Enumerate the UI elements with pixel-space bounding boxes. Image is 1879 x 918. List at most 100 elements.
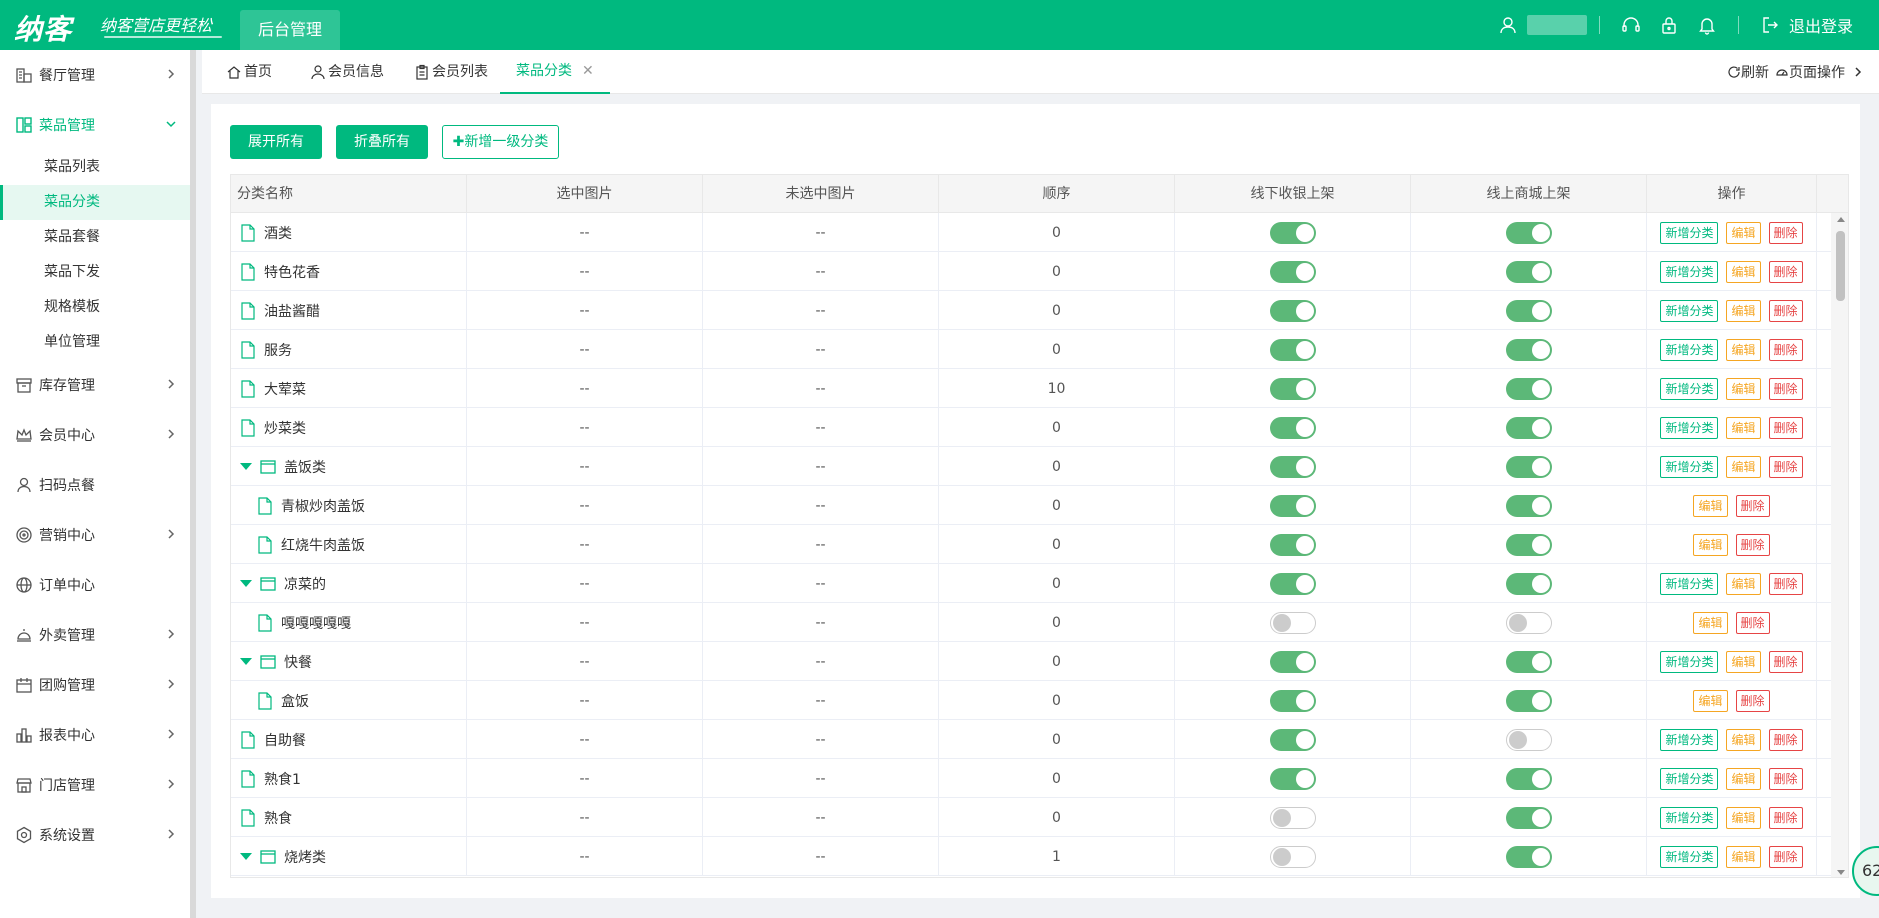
offline-listing-toggle[interactable]: [1269, 338, 1316, 361]
edit-button[interactable]: 编辑: [1726, 845, 1761, 868]
tab-member-list[interactable]: 会员列表: [414, 50, 488, 94]
delete-button[interactable]: 删除: [1768, 416, 1803, 439]
offline-listing-toggle[interactable]: [1269, 377, 1316, 400]
offline-listing-toggle[interactable]: [1269, 611, 1316, 634]
edit-button[interactable]: 编辑: [1726, 377, 1761, 400]
offline-listing-toggle[interactable]: [1269, 845, 1316, 868]
online-listing-toggle[interactable]: [1505, 611, 1552, 634]
online-listing-toggle[interactable]: [1505, 416, 1552, 439]
expand-caret-icon[interactable]: [240, 853, 252, 860]
edit-button[interactable]: 编辑: [1726, 650, 1761, 673]
offline-listing-toggle[interactable]: [1269, 416, 1316, 439]
offline-listing-toggle[interactable]: [1269, 572, 1316, 595]
add-subcategory-button[interactable]: 新增分类: [1660, 455, 1719, 478]
online-listing-toggle[interactable]: [1505, 260, 1552, 283]
add-top-category-button[interactable]: ✚新增一级分类: [442, 125, 559, 159]
delete-button[interactable]: 删除: [1768, 455, 1803, 478]
scroll-thumb[interactable]: [1836, 231, 1845, 301]
sidebar-item-marketing[interactable]: 营销中心: [0, 510, 190, 560]
edit-button[interactable]: 编辑: [1726, 416, 1761, 439]
scroll-down-arrow[interactable]: [1837, 870, 1845, 875]
delete-button[interactable]: 删除: [1768, 299, 1803, 322]
delete-button[interactable]: 删除: [1768, 806, 1803, 829]
expand-all-button[interactable]: 展开所有: [230, 125, 322, 159]
lock-icon[interactable]: [1656, 12, 1682, 38]
online-listing-toggle[interactable]: [1505, 572, 1552, 595]
delete-button[interactable]: 删除: [1768, 845, 1803, 868]
sidebar-item-reports[interactable]: 报表中心: [0, 710, 190, 760]
page-ops-button[interactable]: 页面操作: [1775, 50, 1865, 94]
delete-button[interactable]: 删除: [1768, 377, 1803, 400]
sidebar-subitem-dish-category[interactable]: 菜品分类: [0, 185, 190, 220]
delete-button[interactable]: 删除: [1768, 767, 1803, 790]
online-listing-toggle[interactable]: [1505, 533, 1552, 556]
add-subcategory-button[interactable]: 新增分类: [1660, 260, 1719, 283]
online-listing-toggle[interactable]: [1505, 494, 1552, 517]
sidebar-item-orders[interactable]: 订单中心: [0, 560, 190, 610]
edit-button[interactable]: 编辑: [1693, 689, 1728, 712]
delete-button[interactable]: 删除: [1768, 572, 1803, 595]
add-subcategory-button[interactable]: 新增分类: [1660, 416, 1719, 439]
sidebar-item-stores[interactable]: 门店管理: [0, 760, 190, 810]
edit-button[interactable]: 编辑: [1726, 455, 1761, 478]
sidebar-item-dishes[interactable]: 菜品管理: [0, 100, 190, 150]
sidebar-item-settings[interactable]: 系统设置: [0, 810, 190, 860]
add-subcategory-button[interactable]: 新增分类: [1660, 845, 1719, 868]
delete-button[interactable]: 删除: [1768, 221, 1803, 244]
headset-icon[interactable]: [1618, 12, 1644, 38]
add-subcategory-button[interactable]: 新增分类: [1660, 767, 1719, 790]
online-listing-toggle[interactable]: [1505, 338, 1552, 361]
sidebar-subitem-dish-distribute[interactable]: 菜品下发: [0, 255, 190, 290]
offline-listing-toggle[interactable]: [1269, 221, 1316, 244]
sidebar-item-group-buy[interactable]: 团购管理: [0, 660, 190, 710]
offline-listing-toggle[interactable]: [1269, 494, 1316, 517]
sidebar-subitem-dish-list[interactable]: 菜品列表: [0, 150, 190, 185]
offline-listing-toggle[interactable]: [1269, 299, 1316, 322]
add-subcategory-button[interactable]: 新增分类: [1660, 806, 1719, 829]
table-scrollbar[interactable]: [1831, 213, 1848, 877]
expand-caret-icon[interactable]: [240, 580, 252, 587]
online-listing-toggle[interactable]: [1505, 728, 1552, 751]
online-listing-toggle[interactable]: [1505, 650, 1552, 673]
offline-listing-toggle[interactable]: [1269, 533, 1316, 556]
offline-listing-toggle[interactable]: [1269, 260, 1316, 283]
sidebar-item-takeout[interactable]: 外卖管理: [0, 610, 190, 660]
sidebar-item-scan-order[interactable]: 扫码点餐: [0, 460, 190, 510]
logout-icon[interactable]: [1757, 12, 1783, 38]
edit-button[interactable]: 编辑: [1726, 221, 1761, 244]
delete-button[interactable]: 删除: [1735, 689, 1770, 712]
sidebar-item-inventory[interactable]: 库存管理: [0, 360, 190, 410]
sidebar-item-restaurant[interactable]: 餐厅管理: [0, 50, 190, 100]
add-subcategory-button[interactable]: 新增分类: [1660, 572, 1719, 595]
edit-button[interactable]: 编辑: [1726, 728, 1761, 751]
edit-button[interactable]: 编辑: [1693, 611, 1728, 634]
expand-caret-icon[interactable]: [240, 658, 252, 665]
brand-logo[interactable]: 纳客: [14, 8, 72, 48]
add-subcategory-button[interactable]: 新增分类: [1660, 377, 1719, 400]
offline-listing-toggle[interactable]: [1269, 455, 1316, 478]
offline-listing-toggle[interactable]: [1269, 728, 1316, 751]
tab-home[interactable]: 首页: [226, 50, 272, 94]
logout-button[interactable]: 退出登录: [1789, 13, 1853, 37]
add-subcategory-button[interactable]: 新增分类: [1660, 650, 1719, 673]
sidebar-subitem-spec-template[interactable]: 规格模板: [0, 290, 190, 325]
scroll-up-arrow[interactable]: [1837, 217, 1845, 222]
online-listing-toggle[interactable]: [1505, 377, 1552, 400]
online-listing-toggle[interactable]: [1505, 299, 1552, 322]
delete-button[interactable]: 删除: [1735, 533, 1770, 556]
online-listing-toggle[interactable]: [1505, 221, 1552, 244]
delete-button[interactable]: 删除: [1768, 650, 1803, 673]
edit-button[interactable]: 编辑: [1726, 572, 1761, 595]
add-subcategory-button[interactable]: 新增分类: [1660, 221, 1719, 244]
delete-button[interactable]: 删除: [1768, 338, 1803, 361]
add-subcategory-button[interactable]: 新增分类: [1660, 299, 1719, 322]
edit-button[interactable]: 编辑: [1726, 299, 1761, 322]
edit-button[interactable]: 编辑: [1726, 338, 1761, 361]
edit-button[interactable]: 编辑: [1726, 767, 1761, 790]
delete-button[interactable]: 删除: [1768, 728, 1803, 751]
tab-dish-category[interactable]: 菜品分类 ✕: [500, 50, 610, 94]
refresh-button[interactable]: 刷新: [1727, 50, 1769, 94]
online-listing-toggle[interactable]: [1505, 689, 1552, 712]
edit-button[interactable]: 编辑: [1693, 533, 1728, 556]
sidebar-subitem-dish-combo[interactable]: 菜品套餐: [0, 220, 190, 255]
